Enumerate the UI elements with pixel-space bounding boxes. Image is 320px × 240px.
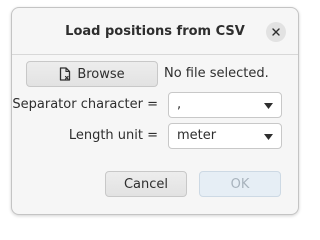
ok-button[interactable]: OK (199, 171, 281, 197)
length-unit-label: Length unit = (68, 128, 158, 143)
close-button[interactable] (266, 22, 286, 42)
dropdown-arrow-icon (264, 103, 273, 109)
dialog-title: Load positions from CSV (65, 24, 245, 39)
file-icon (59, 67, 71, 81)
ok-button-label: OK (230, 176, 250, 192)
length-unit-select[interactable]: meter (168, 123, 282, 149)
browse-button[interactable]: Browse (26, 61, 158, 87)
length-unit-value: meter (177, 128, 217, 143)
separator-value: , (177, 97, 182, 112)
dialog-titlebar: Load positions from CSV (12, 8, 298, 55)
cancel-button[interactable]: Cancel (105, 171, 187, 197)
close-icon (272, 28, 280, 36)
separator-label: Separator character = (12, 97, 158, 112)
file-status-text: No file selected. (164, 66, 269, 81)
cancel-button-label: Cancel (123, 176, 169, 192)
load-positions-dialog: Load positions from CSV Browse No file s… (11, 7, 299, 215)
browse-button-label: Browse (77, 66, 125, 82)
dropdown-arrow-icon (264, 134, 273, 140)
separator-select[interactable]: , (168, 92, 282, 118)
